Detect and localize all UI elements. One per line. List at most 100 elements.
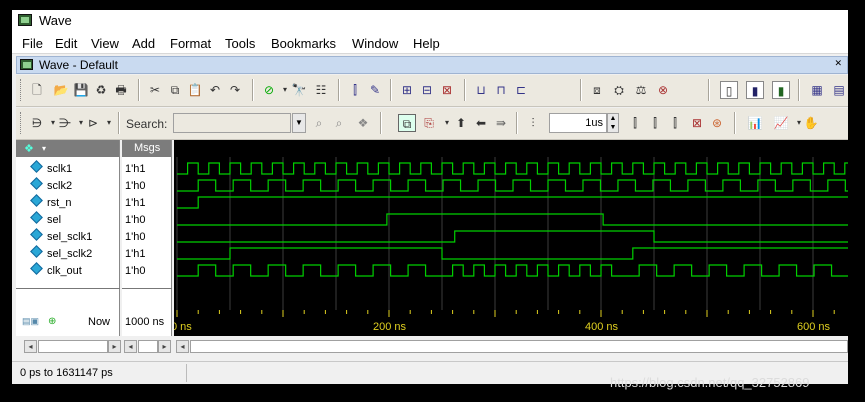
names-scrollbar[interactable] bbox=[38, 340, 108, 353]
layout-single-icon[interactable]: ▯ bbox=[720, 81, 738, 99]
waveform-svg[interactable]: 0 ns 200 ns 400 ns 600 ns bbox=[171, 140, 848, 336]
search-input[interactable] bbox=[173, 113, 291, 133]
layout-wave-icon[interactable]: ▮ bbox=[772, 81, 790, 99]
waveform-trace bbox=[177, 213, 848, 226]
signal-value: 1'h0 bbox=[125, 214, 146, 226]
layers-icon[interactable]: ⧈ bbox=[588, 81, 606, 99]
arrow-right-icon[interactable]: ⇛ bbox=[492, 114, 510, 132]
signal-value: 1'h0 bbox=[125, 231, 146, 243]
zoom-in-wave-icon[interactable]: ⊞ bbox=[398, 81, 416, 99]
find-icon[interactable]: 🔭 bbox=[290, 81, 308, 99]
delete-wave-icon[interactable]: ⊠ bbox=[438, 81, 456, 99]
toolbar-grip-2[interactable] bbox=[20, 112, 23, 134]
wave-clear-icon[interactable]: ⊗ bbox=[654, 81, 672, 99]
wave-area: ❖ ▾ sclk1 sclk2 rst_nsel sel_sclk1 sel_sclk2… bbox=[16, 140, 848, 336]
signal-row[interactable]: sclk2 bbox=[16, 177, 73, 195]
paste-icon[interactable]: 📋 bbox=[186, 81, 204, 99]
wave-scroll-left[interactable]: ◂ bbox=[176, 340, 189, 353]
open-folder-icon[interactable]: 📂 bbox=[52, 81, 70, 99]
menu-bookmarks[interactable]: Bookmarks bbox=[271, 36, 336, 51]
new-file-icon[interactable]: 🗋 bbox=[28, 81, 46, 99]
names-scroll-left[interactable]: ◂ bbox=[24, 340, 37, 353]
menu-edit[interactable]: Edit bbox=[55, 36, 77, 51]
dataflow-icon[interactable]: ⛭ bbox=[610, 81, 628, 99]
signal-tree-icon[interactable]: ❖ bbox=[24, 141, 34, 158]
print-icon[interactable]: 🖶 bbox=[112, 81, 130, 99]
signal-name: rst_n bbox=[47, 197, 72, 209]
signal-row[interactable]: clk_out bbox=[16, 262, 82, 280]
redo-icon[interactable]: ↷ bbox=[226, 81, 244, 99]
run-time-spinner[interactable]: ▲ ▼ bbox=[607, 113, 619, 133]
stop-sim-icon[interactable]: ⊛ bbox=[708, 114, 726, 132]
menu-view[interactable]: View bbox=[91, 36, 119, 51]
run-icon[interactable]: ⧉ bbox=[398, 114, 416, 132]
layout-grid-icon[interactable]: ▦ bbox=[808, 81, 826, 99]
cut-icon[interactable]: ✂ bbox=[146, 81, 164, 99]
pan-hand-icon[interactable]: ✋ bbox=[802, 114, 820, 132]
now-bar: ▤▣ ⊕ Now 1000 ns bbox=[16, 310, 848, 336]
add-cursor-icon[interactable]: ⊕ bbox=[48, 316, 56, 327]
signal-diamond-icon bbox=[30, 160, 43, 173]
menu-help[interactable]: Help bbox=[413, 36, 440, 51]
signal-row[interactable]: rst_n bbox=[16, 194, 72, 212]
structure-icon[interactable]: ☷ bbox=[312, 81, 330, 99]
run-all-icon[interactable]: ⫿ bbox=[666, 114, 684, 132]
undo-icon[interactable]: ↶ bbox=[206, 81, 224, 99]
waveform-panel[interactable]: 0 ns 200 ns 400 ns 600 ns bbox=[171, 140, 848, 336]
signal-row[interactable]: sel bbox=[16, 211, 62, 229]
run-once-icon[interactable]: ⫿ bbox=[626, 114, 644, 132]
signal-row[interactable]: sel_sclk1 bbox=[16, 228, 92, 246]
toolbar-grip[interactable] bbox=[20, 79, 23, 101]
search-dropdown-icon[interactable]: ▼ bbox=[292, 113, 306, 133]
wave-scrollbar[interactable] bbox=[190, 340, 848, 353]
wave-expand-icon[interactable]: ⊔ bbox=[472, 81, 490, 99]
break-sim-icon[interactable]: ⊠ bbox=[688, 114, 706, 132]
insert-cursor-icon[interactable]: ⫿ bbox=[346, 81, 364, 99]
search-next-icon[interactable]: ⌕ bbox=[330, 114, 348, 132]
values-scroll-left[interactable]: ◂ bbox=[124, 340, 137, 353]
signal-name: sclk2 bbox=[47, 180, 73, 192]
signal-name: sel bbox=[47, 214, 62, 226]
copy-icon[interactable]: ⧉ bbox=[166, 81, 184, 99]
toolbar-top: 🗋 📂 💾 ♻ 🖶 ✂ ⧉ 📋 ↶ ↷ ⊘ ▾ 🔭 ☷ ⫿ ✎ ⊞ ⊟ ⊠ ⊔ … bbox=[16, 75, 848, 107]
waveform-trace bbox=[177, 230, 848, 243]
search-options-icon[interactable]: ❖ bbox=[354, 114, 372, 132]
menu-tools[interactable]: Tools bbox=[225, 36, 255, 51]
wave-compare-icon[interactable]: ⚖ bbox=[632, 81, 650, 99]
arrow-left-icon[interactable]: ⬅ bbox=[472, 114, 490, 132]
menu-bar: File Edit View Add Format Tools Bookmark… bbox=[12, 32, 848, 54]
search-find-icon[interactable]: ⌕ bbox=[310, 114, 328, 132]
wave-panel-header: Wave - Default ✕ bbox=[16, 56, 848, 74]
restart-icon[interactable]: ⎘ bbox=[420, 114, 438, 132]
save-icon[interactable]: 💾 bbox=[72, 81, 90, 99]
now-bar-tools-icon[interactable]: ▤▣ bbox=[22, 316, 39, 327]
step-out-dropdown-icon[interactable]: ▾ bbox=[100, 114, 118, 132]
layout-extra-icon[interactable]: ▤ bbox=[830, 81, 848, 99]
zoom-out-wave-icon[interactable]: ⊟ bbox=[418, 81, 436, 99]
run-length-icon[interactable]: ⫶ bbox=[524, 114, 542, 132]
signal-row[interactable]: sel_sclk2 bbox=[16, 245, 92, 263]
panel-close-icon[interactable]: ✕ bbox=[834, 58, 842, 69]
arrow-up-icon[interactable]: ⬆ bbox=[452, 114, 470, 132]
reload-icon[interactable]: ♻ bbox=[92, 81, 110, 99]
performance-icon[interactable]: 📊 bbox=[746, 114, 764, 132]
values-scroll-right[interactable]: ▸ bbox=[158, 340, 171, 353]
run-continue-icon[interactable]: ⫿ bbox=[646, 114, 664, 132]
names-scroll-right[interactable]: ▸ bbox=[108, 340, 121, 353]
signal-tree-dropdown-icon[interactable]: ▾ bbox=[42, 140, 46, 157]
edit-icon[interactable]: ✎ bbox=[366, 81, 384, 99]
menu-format[interactable]: Format bbox=[170, 36, 211, 51]
layout-columns-icon[interactable]: ▮ bbox=[746, 81, 764, 99]
signal-value: 1'h1 bbox=[125, 163, 146, 175]
signal-value: 1'h1 bbox=[125, 197, 146, 209]
signal-row[interactable]: sclk1 bbox=[16, 160, 72, 178]
values-scrollbar[interactable] bbox=[138, 340, 158, 353]
search-label: Search: bbox=[126, 117, 168, 131]
wave-group-icon[interactable]: ⊏ bbox=[512, 81, 530, 99]
run-time-input[interactable] bbox=[549, 113, 607, 133]
memory-icon[interactable]: 📈 bbox=[772, 114, 790, 132]
menu-window[interactable]: Window bbox=[352, 36, 398, 51]
menu-add[interactable]: Add bbox=[132, 36, 155, 51]
menu-file[interactable]: File bbox=[22, 36, 43, 51]
wave-collapse-icon[interactable]: ⊓ bbox=[492, 81, 510, 99]
